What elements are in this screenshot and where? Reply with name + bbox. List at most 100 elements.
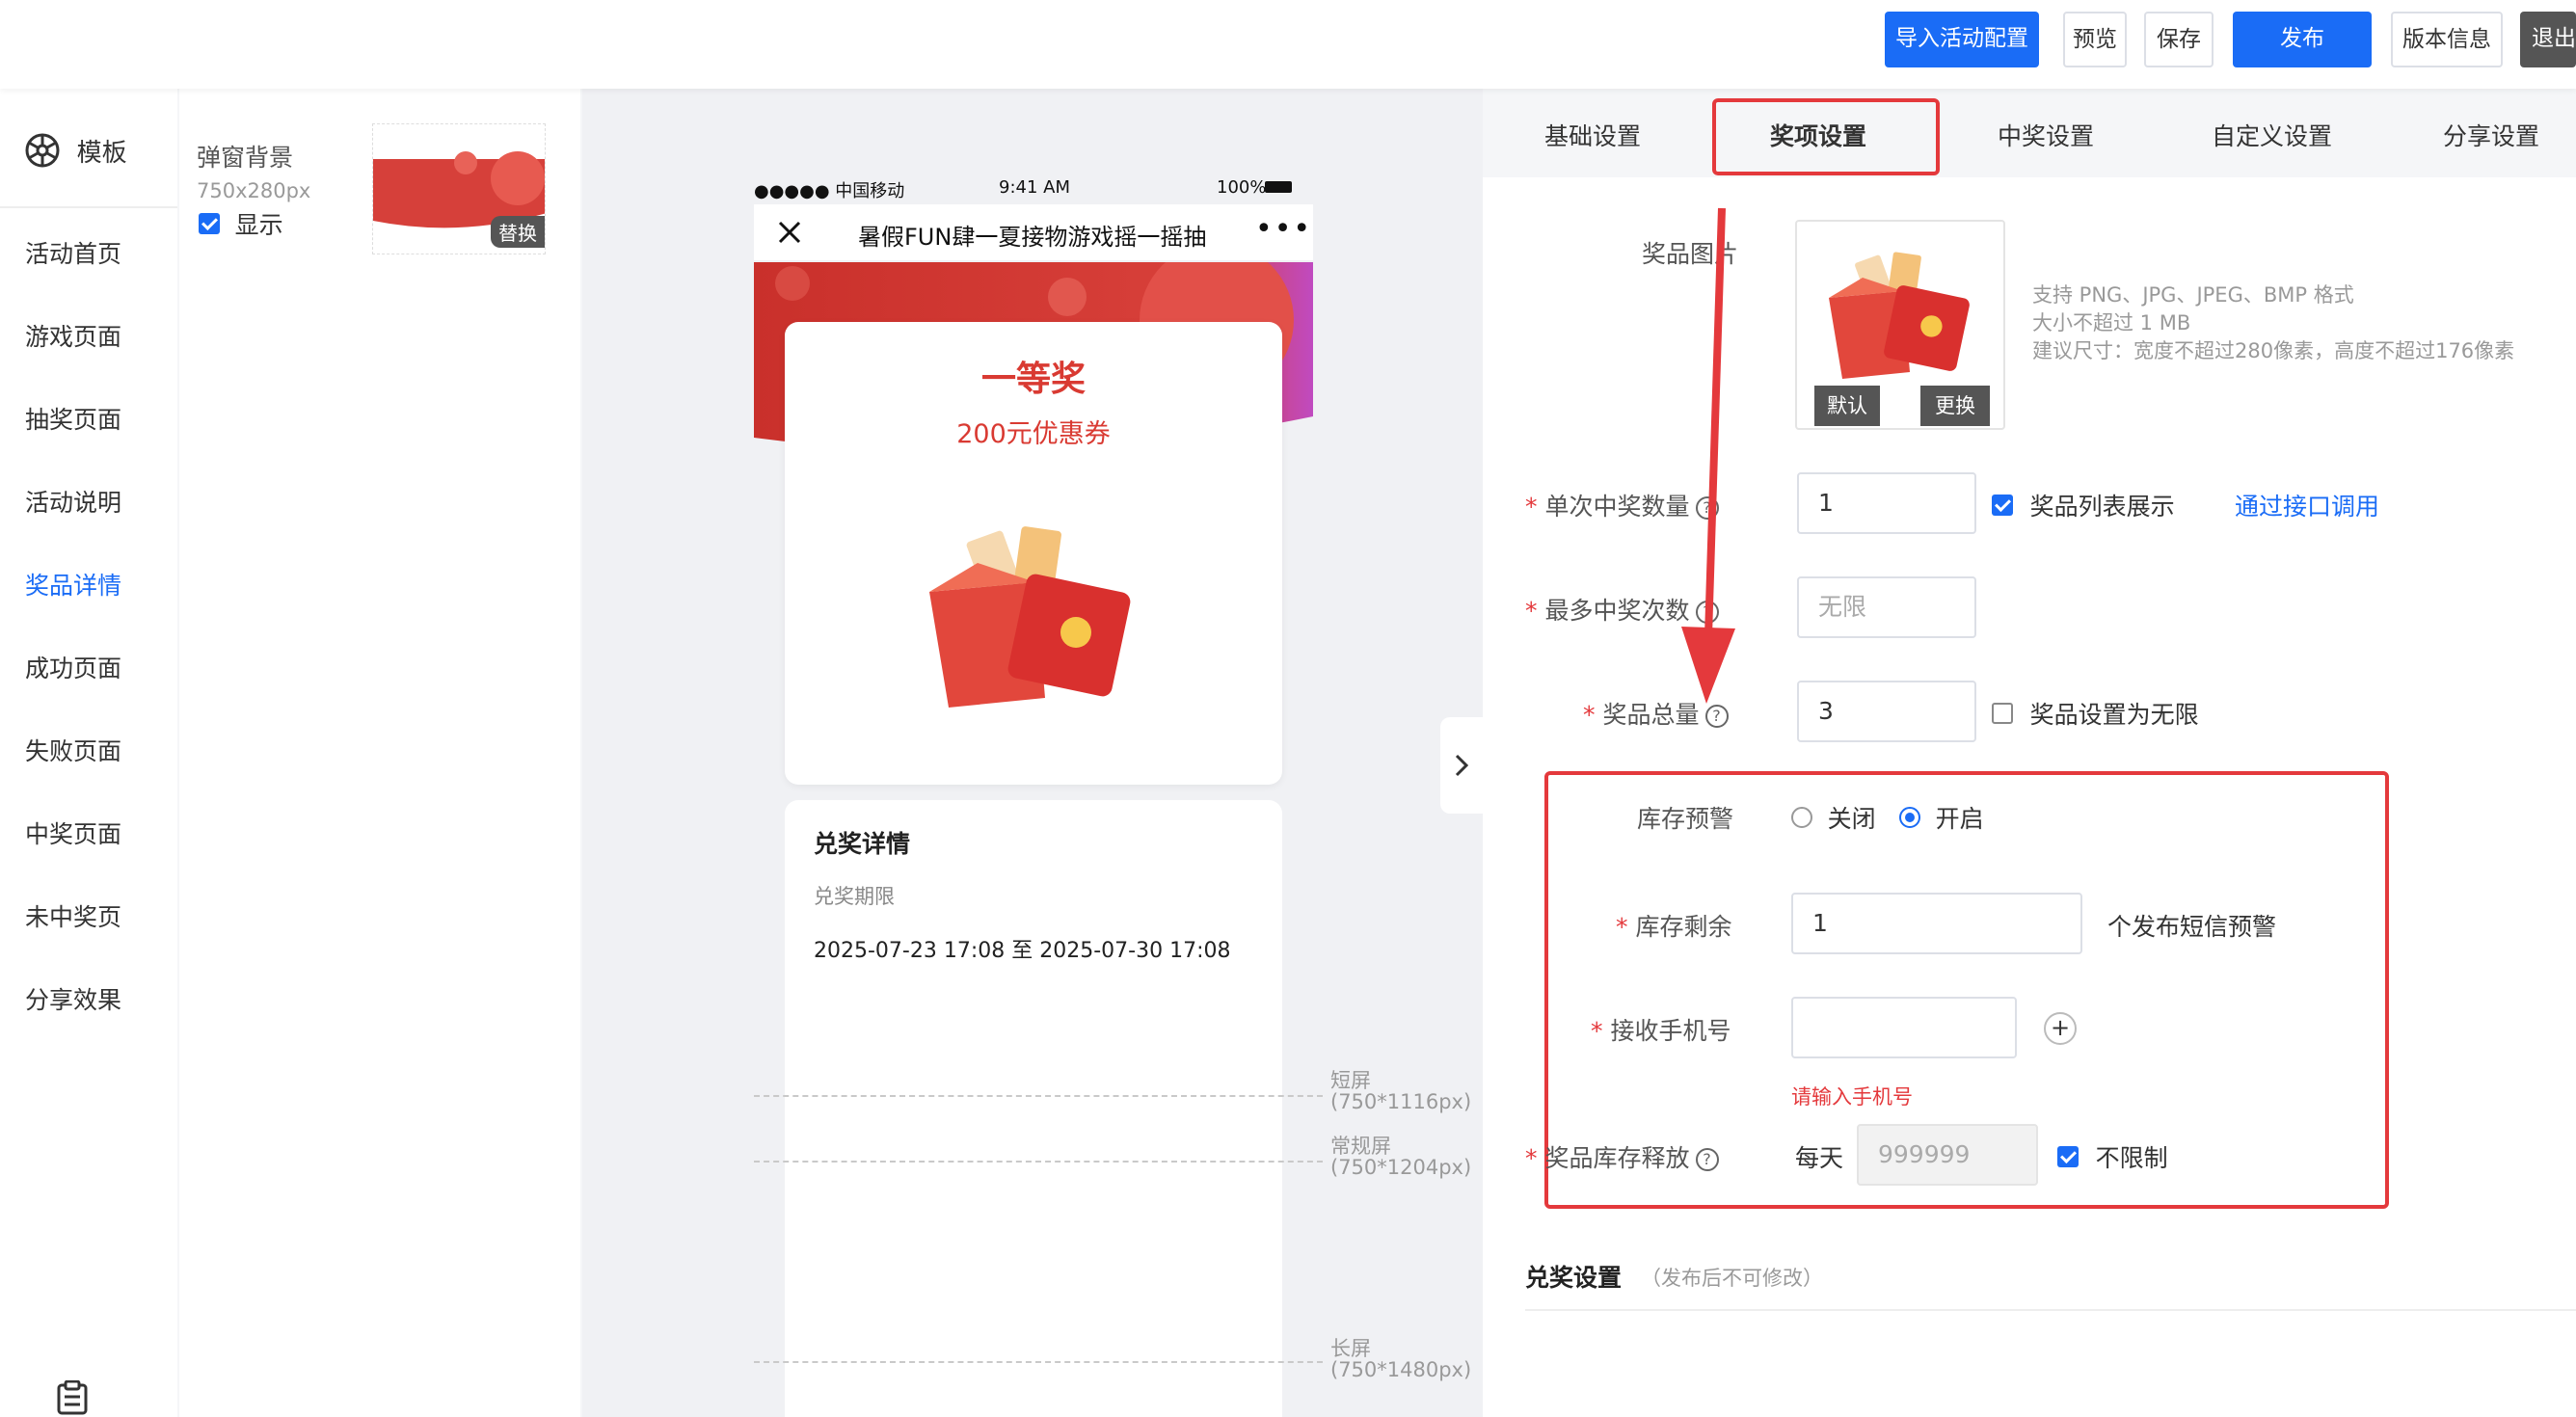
show-checkbox[interactable] — [199, 213, 220, 234]
help-icon[interactable]: ? — [1695, 601, 1719, 624]
settings-tab[interactable]: 自定义设置 — [2212, 118, 2332, 152]
settings-tab[interactable]: 分享设置 — [2443, 118, 2539, 152]
import-config-button[interactable]: 导入活动配置 — [1885, 12, 2039, 67]
battery-icon — [1265, 181, 1292, 193]
exit-button[interactable]: 退出 — [2520, 12, 2576, 67]
panel-collapse-handle[interactable] — [1440, 717, 1483, 814]
total-quantity-text: 奖品总量 — [1602, 701, 1700, 729]
sidebar-item[interactable]: 奖品详情 — [25, 567, 121, 602]
sidebar-item[interactable]: 成功页面 — [25, 650, 121, 684]
sidebar-item[interactable]: 活动首页 — [25, 235, 121, 270]
no-limit-option[interactable]: 不限制 — [2057, 1139, 2168, 1174]
short-screen-marker: 短屏 (750*1116px) — [1330, 1070, 1471, 1112]
single-win-label: * 单次中奖数量? — [1525, 488, 1719, 522]
settings-panel: 基础设置 奖项设置 中奖设置 自定义设置 分享设置 奖品图片 默认 更换 支持 PNG、… — [1483, 89, 2576, 1417]
sidebar-item[interactable]: 未中奖页 — [25, 898, 121, 933]
show-label: 显示 — [234, 211, 283, 239]
max-win-text: 最多中奖次数 — [1544, 597, 1690, 625]
no-limit-label: 不限制 — [2095, 1144, 2168, 1172]
prize-level: 一等奖 — [980, 360, 1086, 399]
phone-page-title: 暑假FUN肆一夏接物游戏摇一摇抽 — [858, 224, 1207, 251]
alert-off-option[interactable]: 关闭 — [1791, 800, 1876, 835]
default-image-button[interactable]: 默认 — [1814, 386, 1880, 426]
prize-image-uploader[interactable]: 默认 更换 — [1795, 220, 2005, 430]
help-icon[interactable]: ? — [1695, 496, 1719, 520]
redeem-section-title: 兑奖设置 — [1525, 1264, 1623, 1292]
help-icon[interactable]: ? — [1704, 705, 1729, 728]
publish-button[interactable]: 发布 — [2233, 12, 2372, 67]
template-entry[interactable]: 模板 — [23, 131, 127, 170]
prize-image-preview — [1829, 252, 1970, 379]
sidebar-item[interactable]: 失败页面 — [25, 733, 121, 767]
phone-navbar: 暑假FUN肆一夏接物游戏摇一摇抽 ••• — [754, 204, 1313, 260]
stock-left-label: * 库存剩余 — [1616, 913, 1732, 941]
prize-image-label: 奖品图片 — [1642, 240, 1739, 268]
close-icon[interactable] — [777, 220, 802, 245]
stock-left-input[interactable]: 1 — [1791, 893, 2082, 954]
unlimited-label: 奖品设置为无限 — [2029, 701, 2199, 729]
short-screen-name: 短屏 — [1330, 1069, 1371, 1092]
no-limit-checkbox[interactable] — [2057, 1146, 2079, 1167]
long-screen-size: (750*1480px) — [1330, 1358, 1472, 1381]
settings-tab[interactable]: 中奖设置 — [1998, 118, 2094, 152]
release-quantity-input[interactable]: 999999 — [1857, 1124, 2038, 1186]
image-hint-format: 支持 PNG、JPG、JPEG、BMP 格式 — [2032, 283, 2354, 307]
show-in-list-option[interactable]: 奖品列表展示 — [1992, 488, 2175, 522]
version-info-button[interactable]: 版本信息 — [2391, 12, 2503, 67]
add-phone-icon[interactable]: + — [2044, 1012, 2077, 1045]
red-packet-image — [929, 526, 1131, 708]
alert-on-option[interactable]: 开启 — [1899, 800, 1984, 835]
redeem-period-label: 兑奖期限 — [814, 885, 895, 908]
alert-on-label: 开启 — [1935, 805, 1984, 833]
sidebar-item[interactable]: 分享效果 — [25, 981, 121, 1016]
redeem-period: 2025-07-23 17:08 至 2025-07-30 17:08 — [814, 939, 1231, 963]
stock-left-text: 库存剩余 — [1635, 913, 1732, 941]
alert-off-radio[interactable] — [1791, 807, 1812, 828]
alert-off-label: 关闭 — [1827, 805, 1876, 833]
left-navigation: 模板 活动首页游戏页面抽奖页面活动说明奖品详情成功页面失败页面中奖页面未中奖页分… — [0, 89, 177, 1417]
sidebar-item[interactable]: 活动说明 — [25, 484, 121, 519]
image-hint-size: 大小不超过 1 MB — [2032, 311, 2191, 334]
settings-tab[interactable]: 基础设置 — [1544, 118, 1641, 152]
show-toggle[interactable]: 显示 — [199, 206, 283, 241]
unlimited-option[interactable]: 奖品设置为无限 — [1992, 696, 2199, 731]
redeem-section-note: （发布后不可修改） — [1641, 1267, 1823, 1290]
alert-on-radio[interactable] — [1899, 807, 1920, 828]
unlimited-checkbox[interactable] — [1992, 703, 2013, 724]
sidebar-item[interactable]: 抽奖页面 — [25, 401, 121, 436]
popup-bg-size: 750x280px — [197, 179, 311, 202]
sidebar-item[interactable]: 游戏页面 — [25, 318, 121, 353]
template-icon — [25, 133, 60, 168]
show-in-list-checkbox[interactable] — [1992, 495, 2013, 516]
single-win-input[interactable]: 1 — [1797, 472, 1976, 534]
sidebar-item[interactable]: 中奖页面 — [25, 815, 121, 850]
total-quantity-input[interactable]: 3 — [1797, 681, 1976, 742]
status-battery: 100% — [1217, 177, 1267, 198]
replace-bg-button[interactable]: 替换 — [491, 216, 545, 248]
normal-screen-line — [754, 1161, 1323, 1163]
phone-number-text: 接收手机号 — [1610, 1017, 1731, 1045]
long-screen-name: 长屏 — [1330, 1337, 1371, 1360]
save-button[interactable]: 保存 — [2144, 12, 2214, 67]
template-label: 模板 — [76, 138, 127, 168]
redeem-title: 兑奖详情 — [814, 830, 911, 858]
long-screen-marker: 长屏 (750*1480px) — [1330, 1338, 1471, 1380]
max-win-label: * 最多中奖次数? — [1525, 592, 1719, 627]
release-prefix: 每天 — [1795, 1144, 1844, 1172]
more-icon[interactable]: ••• — [1255, 212, 1312, 246]
image-hints: 支持 PNG、JPG、JPEG、BMP 格式 大小不超过 1 MB 建议尺寸：宽… — [2032, 281, 2514, 365]
max-win-input[interactable]: 无限 — [1797, 576, 1976, 638]
phone-number-input[interactable] — [1791, 997, 2017, 1058]
help-icon[interactable]: ? — [1695, 1148, 1719, 1171]
section-divider — [1525, 1309, 2576, 1311]
preview-button[interactable]: 预览 — [2063, 12, 2127, 67]
api-call-link[interactable]: 通过接口调用 — [2235, 488, 2379, 522]
stock-release-text: 奖品库存释放 — [1544, 1144, 1690, 1172]
redeem-card: 兑奖详情 兑奖期限 2025-07-23 17:08 至 2025-07-30 … — [785, 800, 1282, 1417]
popup-bg-thumbnail[interactable]: 替换 — [372, 123, 546, 254]
clipboard-icon[interactable] — [56, 1380, 89, 1415]
change-image-button[interactable]: 更换 — [1920, 386, 1990, 426]
image-hint-dimensions: 建议尺寸：宽度不超过280像素，高度不超过176像素 — [2032, 339, 2515, 362]
phone-number-label: * 接收手机号 — [1591, 1017, 1731, 1045]
component-panel: 弹窗背景 750x280px 显示 替换 — [179, 89, 580, 1417]
